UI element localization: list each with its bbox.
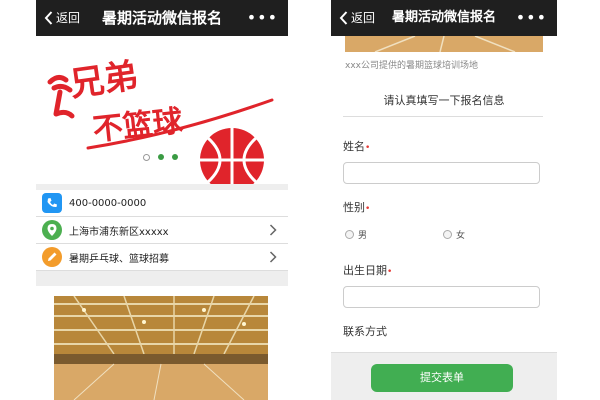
location-icon [42, 220, 62, 240]
phone-row[interactable]: 400-0000-0000 [36, 190, 288, 217]
gender-female-label: 女 [456, 231, 466, 241]
banner-artwork: 兄弟 不篮球 [47, 56, 274, 184]
back-label: 返回 [56, 11, 81, 25]
radio-circle-icon [345, 230, 354, 239]
divider [343, 116, 543, 117]
chevron-left-icon [339, 11, 348, 25]
venue-photo-strip [345, 36, 543, 52]
chevron-left-icon [44, 11, 53, 25]
gender-label-text: 性别 [343, 201, 365, 214]
venue-photo [54, 296, 268, 400]
form-heading: 请认真填写一下报名信息 [383, 94, 505, 107]
carousel-dot[interactable] [158, 154, 164, 160]
page-title: 暑期活动微信报名 [391, 10, 496, 25]
gender-label: 性别• [343, 199, 370, 215]
bottom-action-bar: 提交表单 [331, 352, 557, 400]
activities-text: 暑期乒乓球、篮球招募 [69, 253, 169, 265]
back-label: 返回 [351, 11, 376, 25]
venue-caption: xxx公司提供的暑期篮球培训场地 [345, 61, 478, 71]
divider [36, 271, 288, 286]
address-text: 上海市浦东新区xxxxx [69, 226, 169, 238]
title-bar: 返回 暑期活动微信报名 ••• [36, 0, 288, 36]
radio-circle-icon [443, 230, 452, 239]
more-options-button[interactable]: ••• [247, 0, 278, 36]
address-row[interactable]: 上海市浦东新区xxxxx [36, 217, 288, 244]
chevron-right-icon [269, 251, 277, 263]
phone-number: 400-0000-0000 [69, 197, 147, 209]
page-title: 暑期活动微信报名 [101, 9, 222, 27]
submit-form-button[interactable]: 提交表单 [371, 364, 513, 392]
banner-line2: 不篮球 [91, 104, 185, 148]
name-label: 姓名• [343, 138, 370, 154]
required-mark: • [365, 143, 371, 153]
carousel-dot[interactable] [143, 154, 150, 161]
banner-carousel[interactable]: 兄弟 不篮球 [36, 36, 288, 184]
birthdate-input[interactable] [343, 286, 540, 308]
required-mark: • [365, 204, 371, 214]
back-button[interactable]: 返回 [339, 0, 375, 36]
name-label-text: 姓名 [343, 140, 365, 153]
birthdate-label-text: 出生日期 [343, 264, 387, 277]
birthdate-label: 出生日期• [343, 262, 392, 278]
activities-row[interactable]: 暑期乒乓球、篮球招募 [36, 244, 288, 271]
gender-male-radio[interactable]: 男 [345, 228, 367, 241]
carousel-dot[interactable] [172, 154, 178, 160]
basketball-icon [200, 128, 264, 184]
chevron-right-icon [269, 224, 277, 236]
back-button[interactable]: 返回 [44, 0, 80, 36]
event-home-screen: 返回 暑期活动微信报名 ••• 兄弟 不篮球 400-0000-0000 上海市… [36, 0, 288, 400]
title-bar: 返回 暑期活动微信报名 ••• [331, 0, 557, 36]
required-mark: • [387, 267, 393, 277]
banner-line1: 兄弟 [68, 56, 141, 105]
phone-icon [42, 193, 62, 213]
edit-icon [42, 247, 62, 267]
gender-male-label: 男 [358, 231, 368, 241]
registration-form-screen: 返回 暑期活动微信报名 ••• xxx公司提供的暑期篮球培训场地 请认真填写一下… [331, 0, 557, 400]
more-options-button[interactable]: ••• [516, 0, 547, 36]
gender-female-radio[interactable]: 女 [443, 228, 465, 241]
carousel-indicator [143, 154, 178, 161]
name-input[interactable] [343, 162, 540, 184]
contact-label: 联系方式 [343, 325, 387, 338]
